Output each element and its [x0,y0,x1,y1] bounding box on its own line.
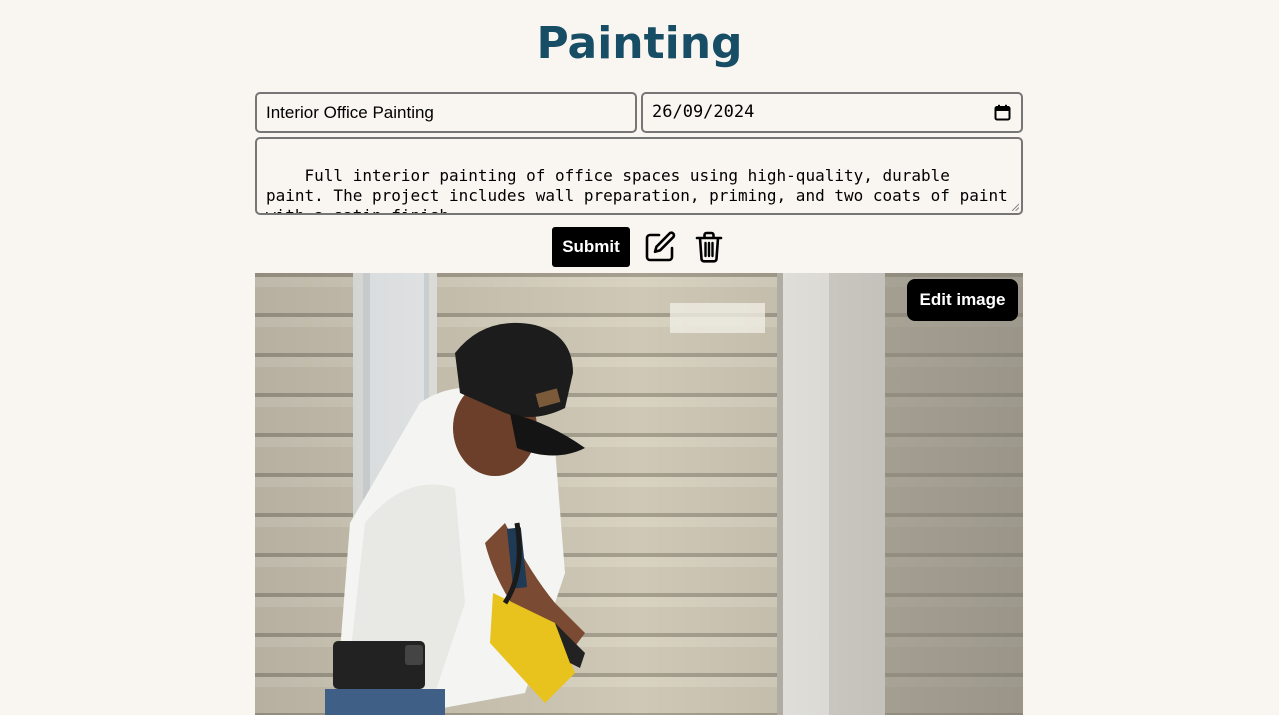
title-input[interactable]: Interior Office Painting [255,92,637,133]
trash-icon[interactable] [692,230,726,264]
description-textarea[interactable]: Full interior painting of office spaces … [255,137,1023,215]
date-value: 26/09/2024 [652,102,755,122]
page-title: Painting [536,18,743,69]
page: Painting Interior Office Painting 26/09/… [0,0,1279,715]
date-input[interactable]: 26/09/2024 [641,92,1023,133]
project-photo [255,273,1023,715]
painter-photo-illustration [255,273,1023,715]
calendar-icon[interactable] [994,104,1011,121]
resize-grip-icon[interactable] [1011,203,1019,211]
edit-icon[interactable] [643,230,677,264]
description-text: Full interior painting of office spaces … [266,166,1008,213]
submit-button[interactable]: Submit [552,227,630,267]
edit-image-button[interactable]: Edit image [907,279,1018,321]
